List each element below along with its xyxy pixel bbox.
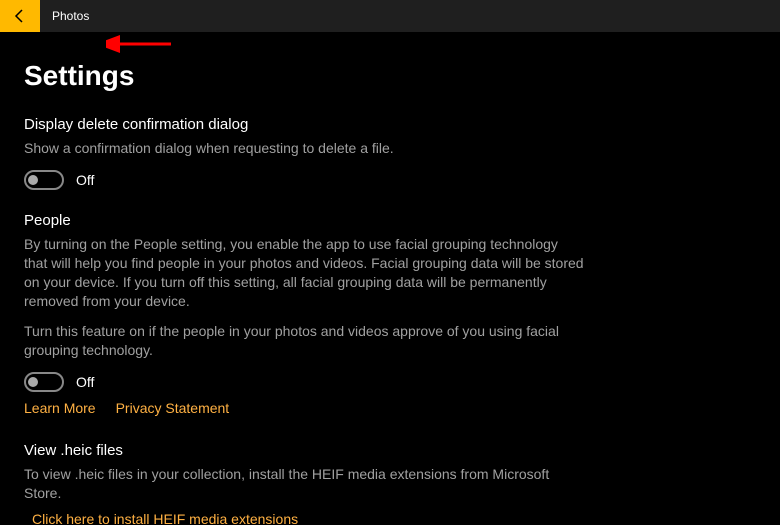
back-button[interactable]	[0, 0, 40, 32]
settings-page: Settings Display delete confirmation dia…	[0, 32, 780, 525]
people-title: People	[24, 212, 756, 229]
heic-desc: To view .heic files in your collection, …	[24, 465, 584, 503]
people-desc-1: By turning on the People setting, you en…	[24, 235, 584, 311]
people-links: Learn More Privacy Statement	[24, 400, 756, 416]
privacy-statement-link[interactable]: Privacy Statement	[116, 400, 230, 416]
heif-install-link[interactable]: Click here to install HEIF media extensi…	[32, 511, 298, 525]
delete-confirm-desc: Show a confirmation dialog when requesti…	[24, 139, 584, 158]
delete-confirm-toggle[interactable]	[24, 170, 64, 190]
app-title: Photos	[52, 9, 89, 23]
page-title: Settings	[24, 60, 756, 92]
people-desc-2: Turn this feature on if the people in yo…	[24, 322, 584, 360]
people-toggle-state: Off	[76, 374, 94, 390]
delete-confirm-toggle-row: Off	[24, 170, 756, 190]
learn-more-link[interactable]: Learn More	[24, 400, 96, 416]
delete-confirm-toggle-state: Off	[76, 172, 94, 188]
heic-title: View .heic files	[24, 442, 756, 459]
delete-confirm-title: Display delete confirmation dialog	[24, 116, 756, 133]
title-bar: Photos	[0, 0, 780, 32]
people-toggle[interactable]	[24, 372, 64, 392]
red-arrow-annotation	[106, 34, 176, 54]
arrow-left-icon	[12, 8, 28, 24]
people-toggle-row: Off	[24, 372, 756, 392]
